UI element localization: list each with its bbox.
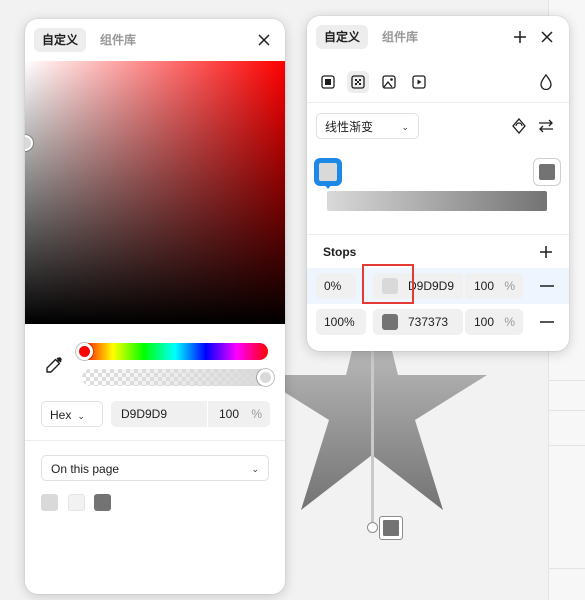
page-color-swatch[interactable]: [94, 494, 111, 511]
minus-icon[interactable]: [535, 274, 559, 298]
stop-position[interactable]: 0%: [316, 273, 356, 299]
gradient-start-handle[interactable]: [367, 522, 378, 533]
gradient-icon[interactable]: [347, 71, 369, 93]
stop-opacity-value: 100: [474, 279, 495, 293]
fill-tabs: 自定义 组件库: [316, 25, 426, 49]
page-color-swatch[interactable]: [68, 494, 85, 511]
stop-marker-pointer: [324, 184, 332, 189]
video-icon[interactable]: [408, 71, 430, 93]
swatch-library-select[interactable]: On this page ⌄: [41, 455, 269, 481]
stop-hex[interactable]: 737373: [408, 309, 448, 335]
stop-color-field[interactable]: 737373: [373, 309, 463, 335]
field-divider: [207, 401, 208, 427]
solid-icon[interactable]: [317, 71, 339, 93]
opacity-unit: %: [251, 407, 262, 421]
stop-row[interactable]: 0% D9D9D9 100 %: [307, 268, 569, 304]
plus-icon[interactable]: [508, 25, 532, 49]
gradient-type-value: 线性渐变: [325, 120, 374, 134]
page-color-swatch[interactable]: [41, 494, 58, 511]
color-picker-panel: 自定义 组件库 Hex ⌄ D9D9D9 100 % On this page ⌄: [25, 19, 285, 594]
drop-icon[interactable]: [535, 71, 557, 93]
stop-color-swatch[interactable]: [382, 314, 398, 330]
swatch-library-value: On this page: [51, 462, 120, 476]
opacity-value[interactable]: 100: [219, 401, 239, 427]
highlight-annotation: [362, 264, 414, 304]
tab-custom[interactable]: 自定义: [316, 25, 369, 49]
stop-opacity-value: 100: [474, 315, 495, 329]
stop-opacity-unit: %: [504, 279, 515, 293]
gradient-preview-bar[interactable]: [327, 191, 547, 211]
tab-custom[interactable]: 自定义: [34, 28, 87, 52]
stop-hex[interactable]: D9D9D9: [408, 273, 454, 299]
hex-value: D9D9D9: [121, 407, 168, 421]
divider: [307, 102, 569, 103]
gradient-type-select[interactable]: 线性渐变 ⌄: [316, 113, 419, 139]
stop-opacity[interactable]: 100 %: [465, 309, 523, 335]
hue-slider-handle[interactable]: [76, 343, 93, 360]
close-icon[interactable]: [252, 28, 276, 52]
color-format-select[interactable]: Hex ⌄: [41, 401, 103, 427]
fill-panel: 自定义 组件库 线性渐变 ⌄ Stops 0% D9D9D9 100 % 100…: [307, 16, 569, 351]
opacity-slider-handle[interactable]: [257, 369, 274, 386]
close-icon[interactable]: [535, 25, 559, 49]
stop-opacity[interactable]: 100 %: [465, 273, 523, 299]
stop-position[interactable]: 100%: [316, 309, 366, 335]
eyedropper-icon[interactable]: [42, 353, 66, 377]
chevron-down-icon: ⌄: [251, 464, 259, 474]
chevron-down-icon: ⌄: [401, 122, 409, 132]
swap-icon[interactable]: [534, 114, 558, 138]
rotate-icon[interactable]: [507, 114, 531, 138]
image-icon[interactable]: [378, 71, 400, 93]
divider: [25, 440, 285, 441]
gradient-axis-line[interactable]: [371, 350, 374, 530]
stops-title: Stops: [323, 245, 357, 259]
gradient-end-handle[interactable]: [379, 516, 403, 540]
frame-divider: [549, 568, 585, 569]
stop-row[interactable]: 100% 737373 100 %: [307, 304, 569, 340]
minus-icon[interactable]: [535, 310, 559, 334]
picker-tabs: 自定义 组件库: [34, 28, 144, 52]
saturation-brightness-picker[interactable]: [25, 61, 285, 324]
tab-library[interactable]: 组件库: [374, 25, 426, 49]
hex-input[interactable]: D9D9D9 100 %: [111, 401, 270, 427]
tab-library[interactable]: 组件库: [92, 28, 144, 52]
gradient-stop-marker[interactable]: [314, 158, 342, 186]
frame-divider: [549, 445, 585, 446]
hue-slider[interactable]: [76, 343, 268, 360]
stop-opacity-unit: %: [504, 315, 515, 329]
color-format-value: Hex: [50, 408, 72, 422]
chevron-down-icon: ⌄: [77, 411, 85, 421]
divider: [307, 234, 569, 235]
frame-divider: [549, 380, 585, 381]
plus-icon[interactable]: [534, 240, 558, 264]
frame-divider: [549, 410, 585, 411]
opacity-slider[interactable]: [82, 369, 274, 386]
picker-handle[interactable]: [25, 135, 33, 151]
gradient-stop-marker[interactable]: [533, 158, 561, 186]
